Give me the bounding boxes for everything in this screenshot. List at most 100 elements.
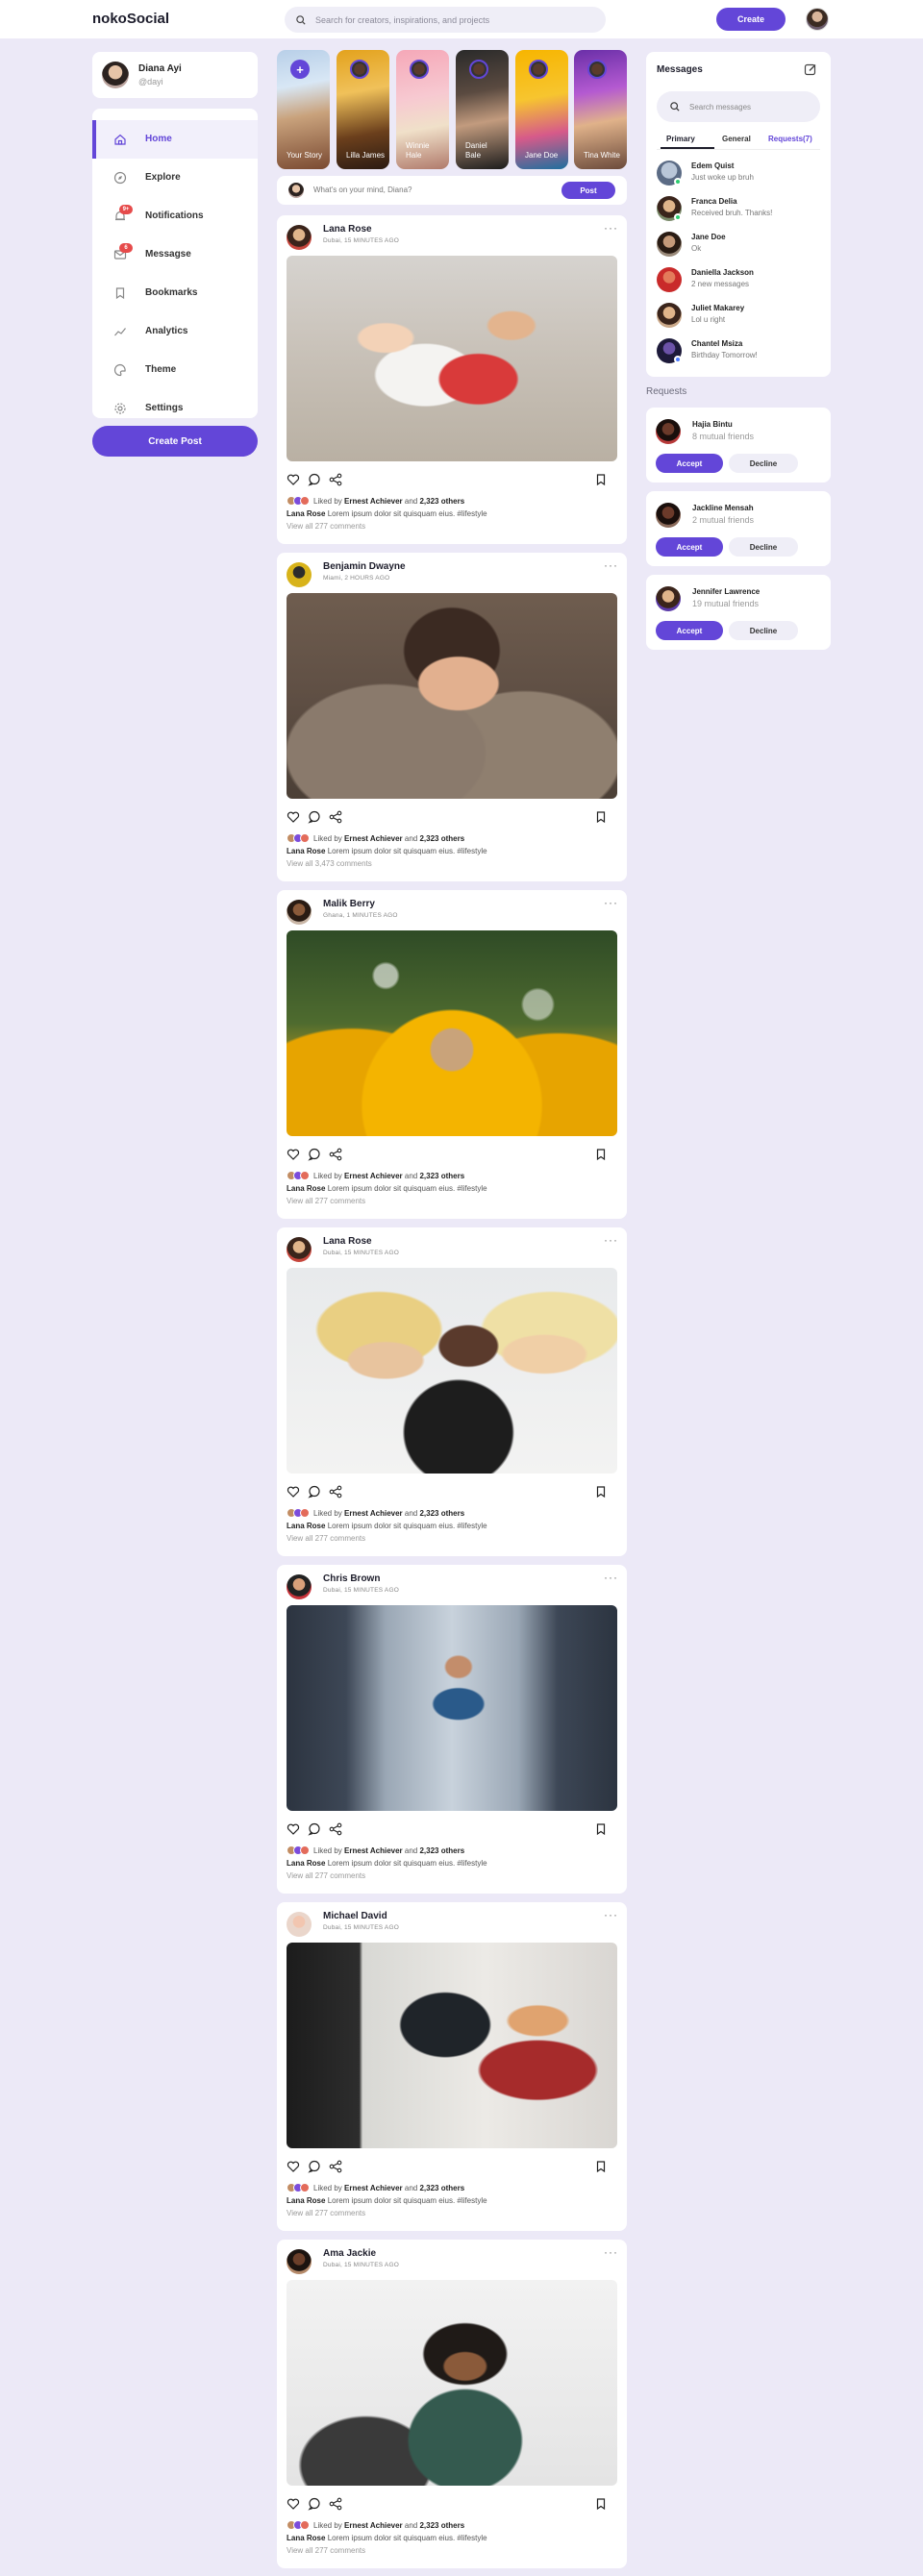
- view-comments-link[interactable]: View all 277 comments: [287, 1871, 365, 1880]
- story-card[interactable]: Jane Doe: [515, 50, 568, 169]
- heart-icon[interactable]: [287, 473, 300, 486]
- view-comments-link[interactable]: View all 277 comments: [287, 2209, 365, 2217]
- accept-button[interactable]: Accept: [656, 454, 723, 473]
- create-post-button[interactable]: Create Post: [92, 426, 258, 457]
- bookmark-icon[interactable]: [594, 2160, 608, 2173]
- comment-icon[interactable]: [308, 2160, 321, 2173]
- post-author-avatar[interactable]: [287, 1237, 312, 1262]
- post-author-avatar[interactable]: [287, 2249, 312, 2274]
- caption-author[interactable]: Lana Rose: [287, 2196, 325, 2205]
- request-name[interactable]: Jackline Mensah: [692, 504, 754, 512]
- post-image[interactable]: [287, 1943, 617, 2148]
- more-options-icon[interactable]: ···: [604, 1908, 618, 1921]
- bookmark-icon[interactable]: [594, 1822, 608, 1836]
- post-author-name[interactable]: Benjamin Dwayne: [323, 561, 406, 572]
- liked-by-name[interactable]: Ernest Achiever: [344, 497, 403, 506]
- comment-icon[interactable]: [308, 1485, 321, 1499]
- bookmark-icon[interactable]: [594, 1148, 608, 1161]
- decline-button[interactable]: Decline: [729, 537, 798, 557]
- post-author-avatar[interactable]: [287, 1574, 312, 1599]
- story-card[interactable]: Winnie Hale: [396, 50, 449, 169]
- heart-icon[interactable]: [287, 1822, 300, 1836]
- caption-author[interactable]: Lana Rose: [287, 1522, 325, 1530]
- request-avatar[interactable]: [656, 503, 681, 528]
- share-icon[interactable]: [329, 2160, 342, 2173]
- story-card[interactable]: + Your Story: [277, 50, 330, 169]
- request-avatar[interactable]: [656, 586, 681, 611]
- more-options-icon[interactable]: ···: [604, 1233, 618, 1247]
- heart-icon[interactable]: [287, 2160, 300, 2173]
- decline-button[interactable]: Decline: [729, 454, 798, 473]
- post-author-name[interactable]: Lana Rose: [323, 1236, 372, 1247]
- share-icon[interactable]: [329, 1822, 342, 1836]
- caption-author[interactable]: Lana Rose: [287, 1859, 325, 1868]
- more-options-icon[interactable]: ···: [604, 896, 618, 909]
- sidebar-item-analytics[interactable]: Analytics: [92, 312, 258, 351]
- comment-icon[interactable]: [308, 473, 321, 486]
- caption-author[interactable]: Lana Rose: [287, 1184, 325, 1193]
- request-name[interactable]: Hajia Bintu: [692, 420, 733, 429]
- post-image[interactable]: [287, 1605, 617, 1811]
- view-comments-link[interactable]: View all 277 comments: [287, 2546, 365, 2555]
- more-options-icon[interactable]: ···: [604, 221, 618, 235]
- share-icon[interactable]: [329, 473, 342, 486]
- accept-button[interactable]: Accept: [656, 537, 723, 557]
- post-author-name[interactable]: Malik Berry: [323, 899, 375, 909]
- caption-author[interactable]: Lana Rose: [287, 509, 325, 518]
- comment-icon[interactable]: [308, 1822, 321, 1836]
- sidebar-item-home[interactable]: Home: [92, 120, 258, 159]
- view-comments-link[interactable]: View all 3,473 comments: [287, 859, 372, 868]
- post-author-name[interactable]: Chris Brown: [323, 1573, 380, 1584]
- sidebar-item-theme[interactable]: Theme: [92, 351, 258, 389]
- add-story-icon[interactable]: +: [290, 60, 310, 79]
- liked-by-name[interactable]: Ernest Achiever: [344, 1172, 403, 1180]
- accept-button[interactable]: Accept: [656, 621, 723, 640]
- post-author-name[interactable]: Ama Jackie: [323, 2248, 376, 2259]
- message-row[interactable]: Franca Delia Received bruh. Thanks!: [657, 194, 820, 223]
- liked-by-name[interactable]: Ernest Achiever: [344, 1509, 403, 1518]
- bookmark-icon[interactable]: [594, 1485, 608, 1499]
- more-options-icon[interactable]: ···: [604, 558, 618, 572]
- story-card[interactable]: Daniel Bale: [456, 50, 509, 169]
- post-author-name[interactable]: Michael David: [323, 1911, 387, 1921]
- request-name[interactable]: Jennifer Lawrence: [692, 587, 760, 596]
- post-image[interactable]: [287, 1268, 617, 1474]
- view-comments-link[interactable]: View all 277 comments: [287, 522, 365, 531]
- message-row[interactable]: Chantel Msiza Birthday Tomorrow!: [657, 336, 820, 365]
- sidebar-item-explore[interactable]: Explore: [92, 159, 258, 197]
- heart-icon[interactable]: [287, 2497, 300, 2511]
- caption-author[interactable]: Lana Rose: [287, 2534, 325, 2542]
- sidebar-item-messages[interactable]: 6 Messagse: [92, 235, 258, 274]
- tab-requests[interactable]: Requests(7): [768, 135, 812, 143]
- sidebar-item-notifications[interactable]: 9+ Notifications: [92, 197, 258, 235]
- message-row[interactable]: Edem Quist Just woke up bruh: [657, 159, 820, 187]
- post-image[interactable]: [287, 2280, 617, 2486]
- composer-input[interactable]: What's on your mind, Diana?: [313, 186, 412, 194]
- share-icon[interactable]: [329, 1148, 342, 1161]
- comment-icon[interactable]: [308, 2497, 321, 2511]
- create-button[interactable]: Create: [716, 8, 786, 31]
- sidebar-item-settings[interactable]: Settings: [92, 389, 258, 418]
- search-bar[interactable]: Search for creators, inspirations, and p…: [285, 7, 606, 33]
- post-image[interactable]: [287, 256, 617, 461]
- share-icon[interactable]: [329, 2497, 342, 2511]
- post-author-name[interactable]: Lana Rose: [323, 224, 372, 235]
- liked-by-others[interactable]: 2,323 others: [419, 2521, 464, 2530]
- decline-button[interactable]: Decline: [729, 621, 798, 640]
- story-card[interactable]: Tina White: [574, 50, 627, 169]
- liked-by-name[interactable]: Ernest Achiever: [344, 1846, 403, 1855]
- share-icon[interactable]: [329, 1485, 342, 1499]
- messages-search[interactable]: Search messages: [657, 91, 820, 122]
- view-comments-link[interactable]: View all 277 comments: [287, 1197, 365, 1205]
- share-icon[interactable]: [329, 810, 342, 824]
- message-row[interactable]: Daniella Jackson 2 new messages: [657, 265, 820, 294]
- liked-by-name[interactable]: Ernest Achiever: [344, 2521, 403, 2530]
- more-options-icon[interactable]: ···: [604, 2245, 618, 2259]
- heart-icon[interactable]: [287, 810, 300, 824]
- message-row[interactable]: Juliet Makarey Lol u right: [657, 301, 820, 330]
- post-author-avatar[interactable]: [287, 225, 312, 250]
- liked-by-others[interactable]: 2,323 others: [419, 1172, 464, 1180]
- comment-icon[interactable]: [308, 810, 321, 824]
- post-image[interactable]: [287, 930, 617, 1136]
- liked-by-others[interactable]: 2,323 others: [419, 834, 464, 843]
